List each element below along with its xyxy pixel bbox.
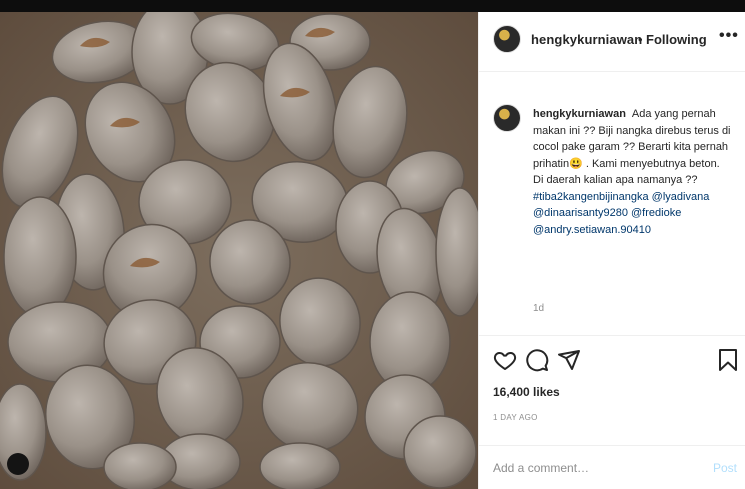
- post-header: hengkykurniawan • Following •••: [479, 12, 745, 72]
- caption-username[interactable]: hengkykurniawan: [533, 108, 626, 120]
- caption-mention[interactable]: @lyadivana: [652, 191, 710, 203]
- heart-icon[interactable]: [493, 348, 517, 372]
- comment-icon[interactable]: [525, 348, 549, 372]
- caption-age: 1d: [533, 303, 545, 314]
- jackfruit-seed: [3, 196, 77, 318]
- jackfruit-seed: [435, 187, 478, 317]
- jackfruit-seed: [103, 442, 177, 489]
- post-caption: hengkykurniawan Ada yang pernah makan ini…: [533, 106, 733, 238]
- caption-avatar[interactable]: [493, 104, 521, 132]
- post-comment-button[interactable]: Post: [713, 461, 737, 475]
- like-count[interactable]: 16,400 likes: [493, 385, 560, 399]
- photo-overlay-dot: [7, 453, 29, 475]
- follow-separator: •: [638, 32, 643, 47]
- comment-input[interactable]: Add a comment…: [493, 461, 589, 475]
- post-actions: [479, 335, 745, 385]
- bookmark-icon[interactable]: [716, 348, 740, 372]
- post-date: 1 DAY AGO: [493, 413, 538, 422]
- jackfruit-seed: [403, 415, 477, 489]
- jackfruit-seeds-image: [0, 12, 478, 489]
- caption-mention[interactable]: @fredioke: [631, 207, 681, 219]
- author-username[interactable]: hengkykurniawan: [531, 32, 642, 47]
- caption-tag[interactable]: #tiba2kangenbijinangka: [533, 191, 649, 203]
- post-side-panel: hengkykurniawan • Following ••• hengkyku…: [478, 12, 745, 489]
- caption-mention[interactable]: @dinaarisanty9280: [533, 207, 628, 219]
- author-avatar[interactable]: [493, 25, 521, 53]
- top-black-bar: [0, 0, 745, 12]
- jackfruit-seed: [259, 442, 341, 489]
- more-icon[interactable]: •••: [719, 27, 739, 45]
- caption-mention[interactable]: @andry.setiawan.90410: [533, 224, 651, 236]
- comment-bar: Add a comment… Post: [479, 445, 745, 489]
- share-icon[interactable]: [557, 348, 581, 372]
- post-photo[interactable]: [0, 12, 478, 489]
- following-button[interactable]: Following: [646, 32, 707, 47]
